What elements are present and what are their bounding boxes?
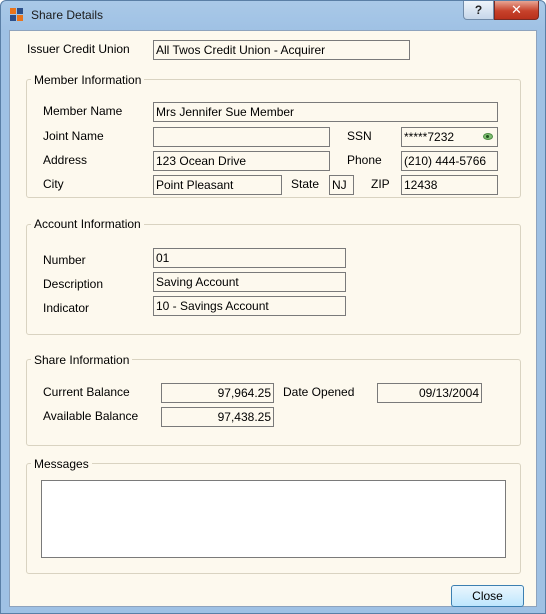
share-information-title: Share Information — [31, 353, 133, 367]
account-indicator-label: Indicator — [43, 301, 90, 315]
account-description-label: Description — [43, 277, 104, 291]
window-title: Share Details — [31, 8, 104, 22]
ssn-value: *****7232 — [404, 130, 455, 144]
eye-icon[interactable] — [483, 133, 493, 140]
window-close-button[interactable]: ✕ — [494, 1, 539, 20]
issuer-field[interactable]: All Twos Credit Union - Acquirer — [153, 40, 410, 60]
zip-field[interactable]: 12438 — [401, 175, 498, 195]
share-details-window: Share Details ? ✕ Issuer Credit Union Al… — [0, 0, 546, 614]
title-bar[interactable]: Share Details ? ✕ — [1, 1, 545, 29]
phone-label: Phone — [347, 153, 382, 167]
issuer-label: Issuer Credit Union — [27, 42, 130, 56]
member-name-field[interactable]: Mrs Jennifer Sue Member — [153, 102, 498, 122]
account-number-field[interactable]: 01 — [153, 248, 346, 268]
address-label: Address — [43, 153, 88, 167]
member-information-title: Member Information — [31, 73, 145, 87]
account-information-title: Account Information — [31, 217, 144, 231]
ssn-field[interactable]: *****7232 — [401, 127, 498, 147]
address-field[interactable]: 123 Ocean Drive — [153, 151, 330, 171]
joint-name-field[interactable] — [153, 127, 330, 147]
current-balance-label: Current Balance — [43, 385, 130, 399]
date-opened-field[interactable]: 09/13/2004 — [377, 383, 482, 403]
state-field[interactable]: NJ — [329, 175, 354, 195]
dialog-body: Issuer Credit Union All Twos Credit Unio… — [9, 30, 537, 607]
close-button[interactable]: Close — [451, 585, 524, 607]
ssn-label: SSN — [347, 129, 372, 143]
account-number-label: Number — [43, 253, 86, 267]
app-logo-icon — [10, 8, 24, 22]
close-icon: ✕ — [511, 2, 522, 17]
account-indicator-field[interactable]: 10 - Savings Account — [153, 296, 346, 316]
messages-title: Messages — [31, 457, 92, 471]
city-field[interactable]: Point Pleasant — [153, 175, 282, 195]
date-opened-label: Date Opened — [283, 385, 355, 399]
available-balance-label: Available Balance — [43, 409, 139, 423]
state-label: State — [291, 177, 320, 191]
joint-name-label: Joint Name — [43, 129, 104, 143]
current-balance-field[interactable]: 97,964.25 — [161, 383, 274, 403]
available-balance-field[interactable]: 97,438.25 — [161, 407, 274, 427]
member-name-label: Member Name — [43, 104, 123, 118]
account-description-field[interactable]: Saving Account — [153, 272, 346, 292]
city-label: City — [43, 177, 64, 191]
phone-field[interactable]: (210) 444-5766 — [401, 151, 498, 171]
zip-label: ZIP — [371, 177, 390, 191]
messages-textarea[interactable] — [41, 480, 506, 558]
help-button[interactable]: ? — [463, 1, 494, 20]
